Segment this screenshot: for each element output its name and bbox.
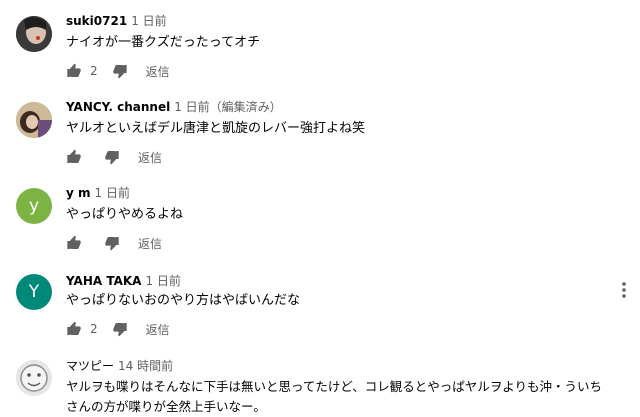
- more-vert-icon: [622, 282, 626, 298]
- comment-thread: YANCY. channel 1 日前（編集済み） ヤルオといえばデル唐津と凱旋の…: [0, 86, 640, 172]
- comment-actions: 2 返信: [66, 61, 170, 81]
- avatar-photo: [16, 360, 52, 396]
- dislike-button[interactable]: [112, 63, 128, 79]
- like-button[interactable]: [66, 321, 82, 337]
- author-name[interactable]: suki0721: [66, 14, 127, 28]
- author-name[interactable]: YANCY. channel: [66, 100, 170, 114]
- comment-text: やっぱりないおのやり方はやばいんだな: [66, 293, 301, 308]
- thumbs-up-icon: [67, 321, 81, 335]
- thumbs-up-icon: [67, 63, 81, 77]
- reply-button[interactable]: 返信: [146, 321, 170, 338]
- like-button[interactable]: [66, 235, 82, 251]
- comment-text: やっぱりやめるよね: [66, 207, 184, 222]
- timestamp[interactable]: 1 日前: [145, 274, 180, 288]
- comment-header: マツピー 14 時間前: [66, 358, 173, 374]
- author-name[interactable]: y m: [66, 186, 91, 200]
- timestamp[interactable]: 1 日前: [95, 186, 130, 200]
- comment-header: YAHA TAKA 1 日前: [66, 273, 181, 289]
- avatar[interactable]: [16, 16, 52, 52]
- thumbs-down-icon: [105, 237, 119, 251]
- comment-header: YANCY. channel 1 日前（編集済み）: [66, 99, 282, 115]
- comment-header: y m 1 日前: [66, 185, 130, 201]
- dislike-button[interactable]: [104, 235, 120, 251]
- avatar-photo: [16, 16, 52, 52]
- avatar[interactable]: Y: [16, 274, 52, 310]
- thumbs-up-icon: [67, 235, 81, 249]
- avatar[interactable]: [16, 102, 52, 138]
- thumbs-down-icon: [112, 323, 127, 337]
- comment-header: suki0721 1 日前: [66, 13, 167, 29]
- thumbs-down-icon: [112, 65, 127, 79]
- avatar[interactable]: y: [16, 188, 52, 224]
- comment-text-line-2: さんの方が喋りが全然上手いなー。: [66, 399, 266, 414]
- avatar-photo: [16, 102, 52, 138]
- dislike-button[interactable]: [112, 321, 128, 337]
- comment-text: ヤルオといえばデル唐津と凱旋のレバー強打よね笑: [66, 121, 366, 136]
- more-actions-button[interactable]: [614, 278, 634, 302]
- comment-thread: マツピー 14 時間前 ヤルヲも喋りはそんなに下手は無いと思ってたけど、コレ観ると…: [0, 344, 640, 417]
- comment-thread: suki0721 1 日前 ナイオが一番クズだったってオチ 2 返信: [0, 0, 640, 86]
- avatar[interactable]: [16, 360, 52, 396]
- avatar-letter: Y: [28, 282, 40, 302]
- timestamp[interactable]: 14 時間前: [118, 359, 173, 373]
- like-count: 2: [90, 64, 98, 78]
- timestamp[interactable]: 1 日前（編集済み）: [174, 100, 281, 114]
- author-name[interactable]: マツピー: [66, 359, 114, 373]
- like-count: 2: [90, 322, 98, 336]
- avatar-letter: y: [28, 196, 40, 216]
- reply-button[interactable]: 返信: [138, 149, 162, 166]
- like-button[interactable]: [66, 149, 82, 165]
- reply-button[interactable]: 返信: [138, 235, 162, 252]
- comment-text-line-1: ヤルヲも喋りはそんなに下手は無いと思ってたけど、コレ観るとやっぱヤルヲよりも沖・…: [66, 379, 603, 394]
- comment-actions: 返信: [66, 147, 162, 167]
- comment-actions: 返信: [66, 233, 162, 253]
- like-button[interactable]: [66, 63, 82, 79]
- reply-button[interactable]: 返信: [146, 63, 170, 80]
- comment-thread: y y m 1 日前 やっぱりやめるよね 返信: [0, 172, 640, 258]
- comment-actions: 2 返信: [66, 319, 170, 339]
- thumbs-down-icon: [105, 151, 119, 165]
- timestamp[interactable]: 1 日前: [131, 14, 166, 28]
- author-name[interactable]: YAHA TAKA: [66, 274, 141, 288]
- comment-text: ナイオが一番クズだったってオチ: [66, 35, 261, 50]
- comment-thread: Y YAHA TAKA 1 日前 やっぱりないおのやり方はやばいんだな 2 返信: [0, 258, 640, 344]
- thumbs-up-icon: [67, 149, 81, 163]
- dislike-button[interactable]: [104, 149, 120, 165]
